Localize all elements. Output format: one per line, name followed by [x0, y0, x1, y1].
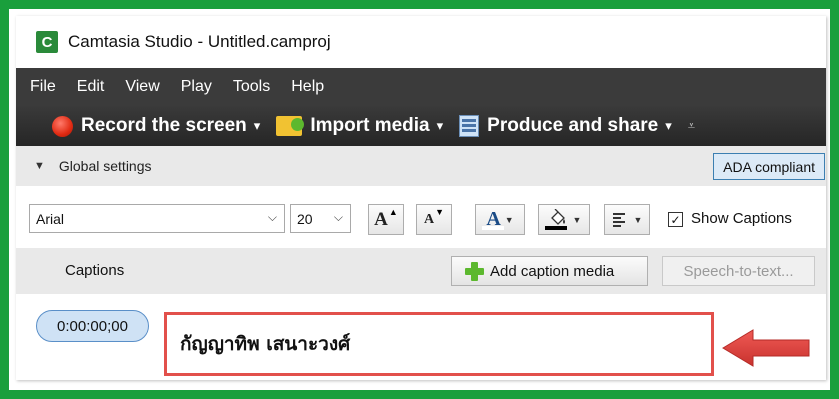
chevron-down-icon: ▼: [633, 214, 643, 225]
import-label: Import media: [310, 115, 430, 136]
fill-color-swatch: [545, 226, 567, 230]
menu-tools[interactable]: Tools: [233, 78, 270, 96]
chevron-down-icon: ⌵: [267, 210, 277, 224]
produce-label: Produce and share: [487, 115, 659, 136]
record-label: Record the screen: [81, 115, 247, 136]
toolbar-overflow-icon[interactable]: ⩡: [688, 118, 695, 134]
speech-to-text-button[interactable]: Speech-to-text...: [662, 256, 815, 286]
logo-letter: C: [41, 33, 53, 51]
alignment-button[interactable]: ▼: [604, 204, 650, 235]
chevron-down-icon: ▾: [436, 118, 444, 133]
record-screen-button[interactable]: Record the screen ▾: [52, 115, 260, 137]
produce-icon: [459, 115, 480, 137]
increase-font-icon: A: [374, 208, 388, 230]
caption-entry-row: 0:00:00;00 กัญญาทิพ เสนาะวงศ์: [16, 294, 826, 380]
camtasia-window: C Camtasia Studio - Untitled.camproj Fil…: [16, 16, 826, 380]
decrease-caret-icon: ▼: [435, 206, 445, 217]
record-icon: [52, 115, 73, 137]
title-bar: C Camtasia Studio - Untitled.camproj: [16, 16, 826, 68]
fill-color-button[interactable]: ▼: [538, 204, 590, 235]
decrease-font-icon: A: [423, 211, 435, 227]
font-size-value: 20: [297, 210, 313, 227]
font-family-value: Arial: [36, 210, 65, 227]
menu-play[interactable]: Play: [181, 78, 212, 96]
align-left-icon: [612, 212, 625, 227]
menu-view[interactable]: View: [125, 78, 159, 96]
window-title: Camtasia Studio - Untitled.camproj: [68, 32, 331, 51]
folder-import-icon: [276, 116, 305, 136]
chevron-down-icon: ▼: [504, 214, 514, 225]
caption-text: กัญญาทิพ เสนาะวงศ์: [180, 333, 351, 355]
add-caption-media-button[interactable]: Add caption media: [451, 256, 648, 286]
main-toolbar: Record the screen ▾ Import media ▾ Produ…: [16, 106, 826, 146]
show-captions-checkbox[interactable]: ✓: [668, 212, 683, 227]
menu-bar: File Edit View Play Tools Help: [16, 68, 826, 106]
global-settings-label[interactable]: Global settings: [59, 158, 152, 174]
font-color-swatch: [482, 226, 504, 230]
font-family-select[interactable]: Arial ⌵: [29, 204, 285, 233]
global-settings-bar: ▼ Global settings ADA compliant: [16, 146, 826, 186]
add-caption-media-label: Add caption media: [490, 262, 615, 280]
ada-compliant-button[interactable]: ADA compliant: [713, 153, 825, 180]
caption-timecode[interactable]: 0:00:00;00: [36, 310, 149, 342]
show-captions-label[interactable]: Show Captions: [691, 210, 792, 227]
produce-share-button[interactable]: Produce and share ▾: [459, 115, 672, 137]
captions-label: Captions: [65, 262, 125, 279]
camtasia-logo-icon: C: [36, 31, 58, 53]
highlight-arrow-icon: [722, 329, 810, 367]
font-color-button[interactable]: A ▼: [475, 204, 525, 235]
collapse-triangle-icon[interactable]: ▼: [34, 160, 45, 172]
chevron-down-icon: ▾: [665, 118, 672, 133]
plus-icon: [464, 261, 484, 281]
menu-file[interactable]: File: [30, 78, 56, 96]
chevron-down-icon: ▼: [572, 214, 582, 225]
import-media-button[interactable]: Import media ▾: [276, 115, 443, 137]
menu-edit[interactable]: Edit: [77, 78, 105, 96]
chevron-down-icon: ▾: [253, 118, 261, 133]
chevron-down-icon: ⌵: [333, 210, 343, 224]
increase-font-button[interactable]: A ▲: [368, 204, 404, 235]
increase-caret-icon: ▲: [388, 206, 398, 217]
font-settings-row: Arial ⌵ 20 ⌵ A ▲ A ▼ A ▼ ▼ ▼ ✓ Show Capt…: [16, 186, 826, 248]
menu-help[interactable]: Help: [291, 78, 324, 96]
caption-text-field[interactable]: กัญญาทิพ เสนาะวงศ์: [164, 312, 714, 376]
decrease-font-button[interactable]: A ▼: [416, 204, 452, 235]
font-size-select[interactable]: 20 ⌵: [290, 204, 351, 233]
captions-header: Captions Add caption media Speech-to-tex…: [16, 248, 826, 294]
